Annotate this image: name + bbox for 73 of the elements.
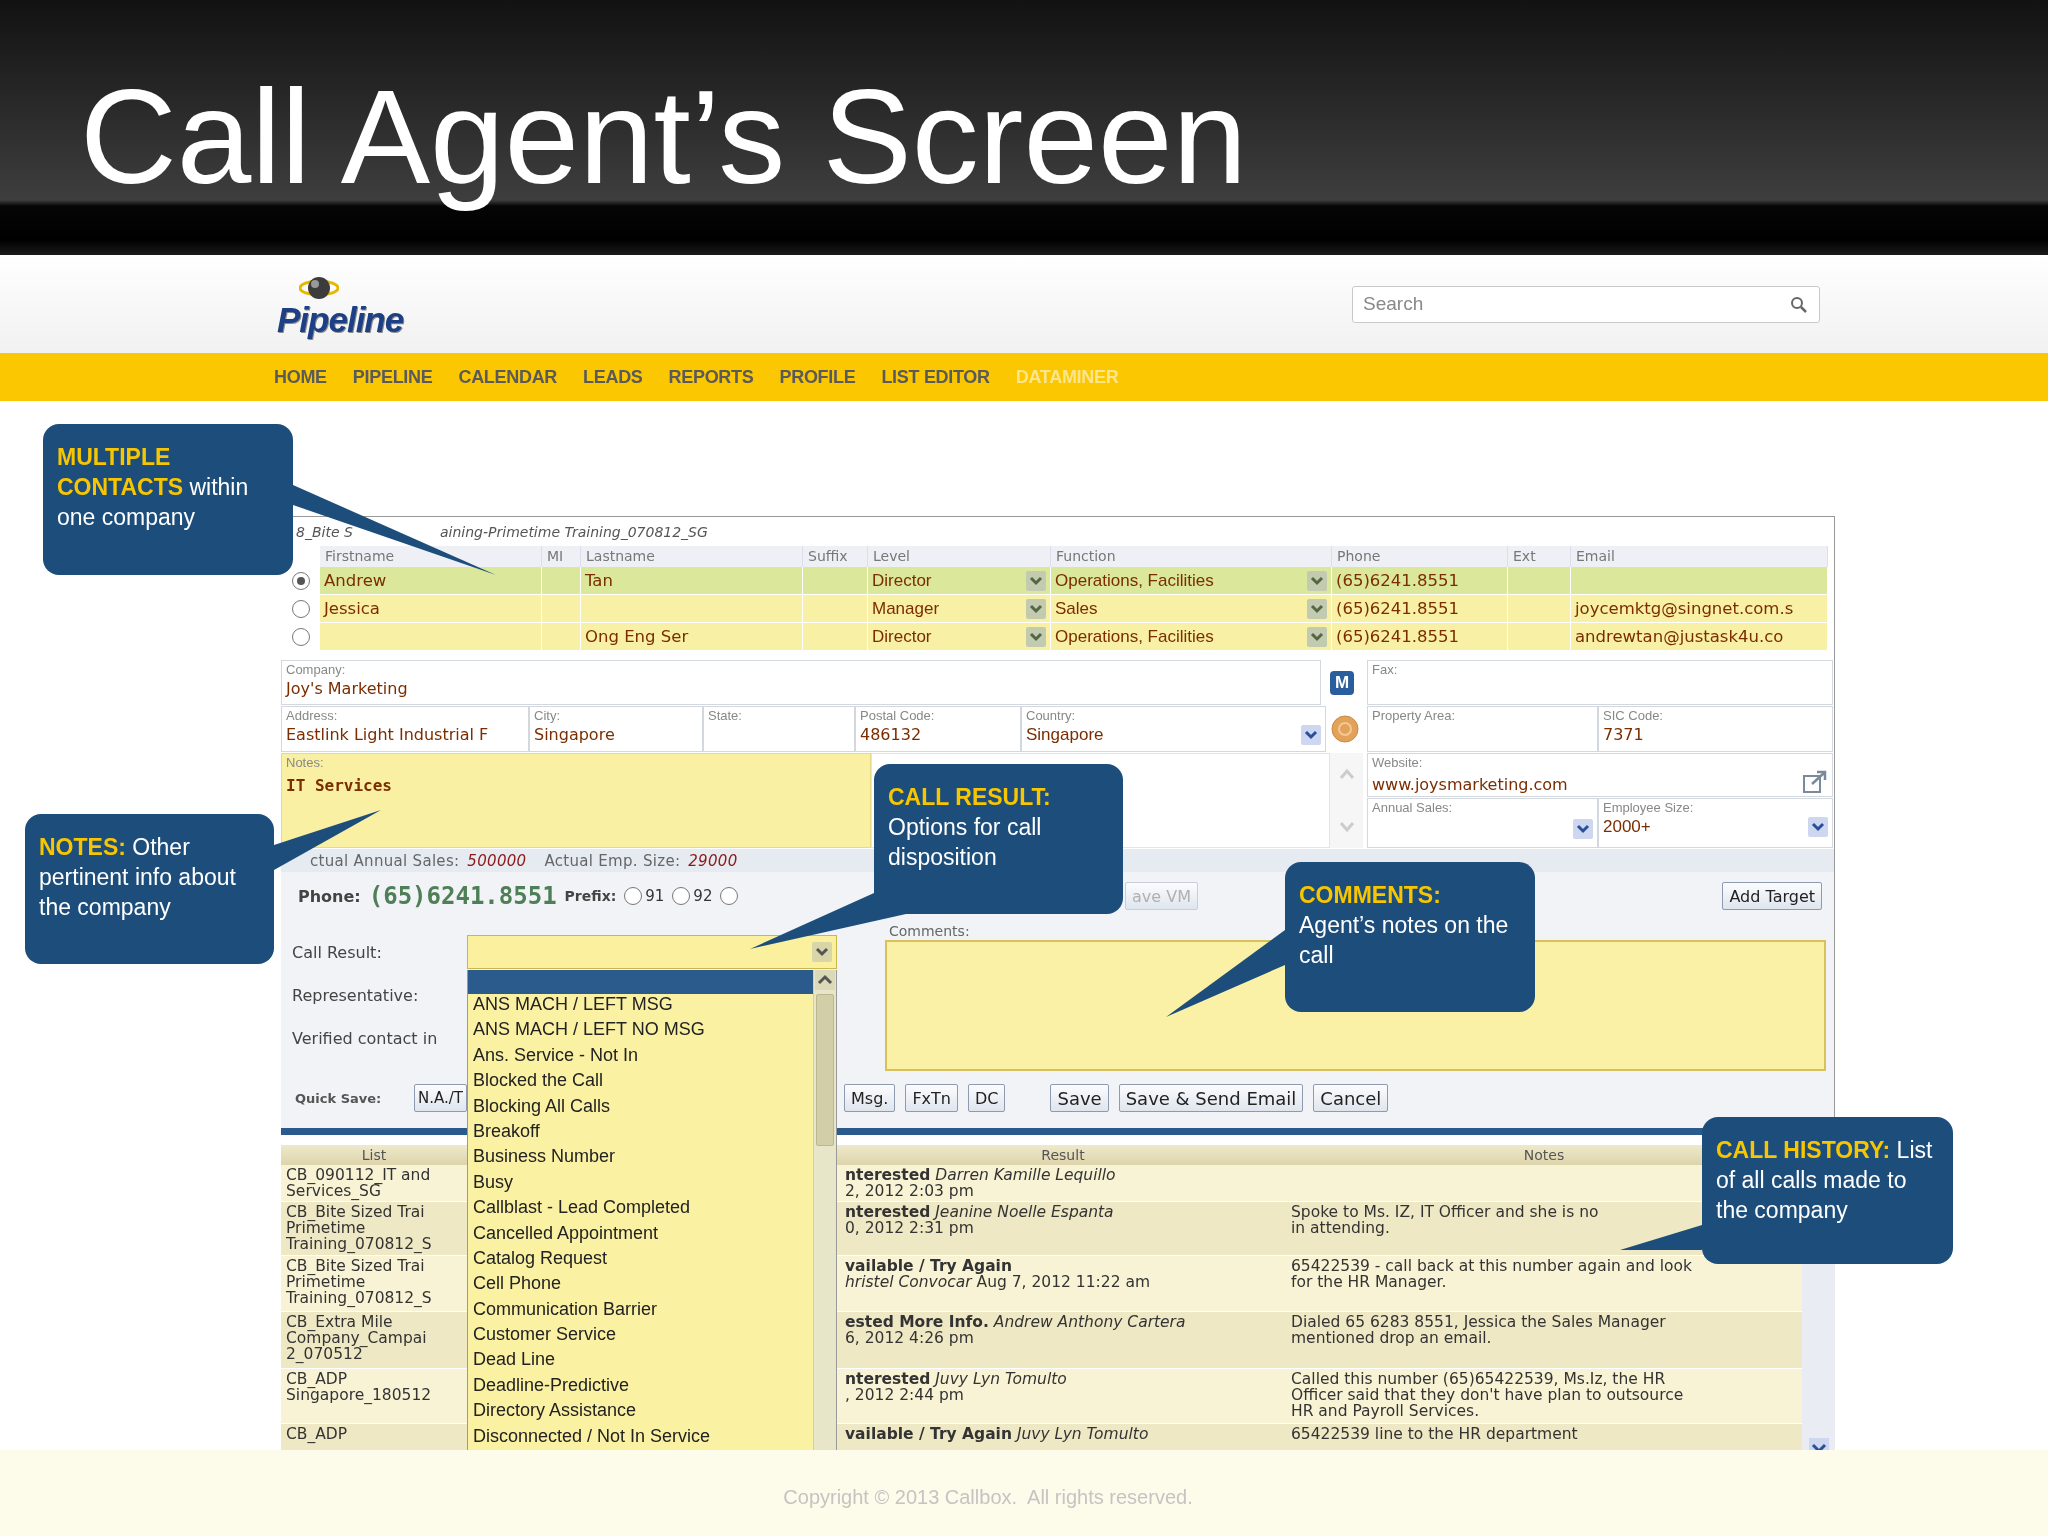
field-label: Call Result: — [292, 942, 382, 962]
table-cell: ested More Info. Andrew Anthony Cartera 6, 2012 4:26 pm — [840, 1312, 1286, 1369]
table-cell: vailable / Try Again hristel Convocar Aug 7, 2012 11:22 am — [840, 1256, 1286, 1312]
column-header: Ext — [1508, 546, 1571, 567]
field-label: Fax: — [1372, 662, 1399, 677]
table-cell: CB_ADP — [281, 1424, 467, 1450]
field-label: Address: — [286, 708, 339, 723]
field-value: www.joysmarketing.com — [1372, 775, 1568, 794]
callout-text: NOTES: Other pertinent info about the company — [39, 833, 237, 922]
field-label: City: — [534, 708, 561, 723]
radio-label: 92 — [693, 887, 713, 905]
field-label: State: — [708, 708, 743, 723]
sales-value: 500000 — [467, 851, 527, 870]
field-label: Representative: — [292, 985, 419, 1005]
field-label: Postal Code: — [860, 708, 936, 723]
field-label: Quick Save: — [295, 1090, 382, 1106]
field-value: IT Services — [286, 776, 393, 795]
field-value: Singapore — [1026, 725, 1104, 745]
column-header: Suffix — [803, 546, 868, 567]
column-header: Lastname — [581, 546, 803, 567]
field-label: Verified contact in — [292, 1028, 438, 1048]
field-label: Country: — [1026, 708, 1077, 723]
column-header: Firstname — [320, 546, 542, 567]
radio-label: 91 — [645, 887, 665, 905]
table-cell: nterested Juvy Lyn Tomulto , 2012 2:44 pm — [840, 1369, 1286, 1424]
column-header: Function — [1051, 546, 1332, 567]
table-cell: CB_Bite Sized Trai Primetime Training_070812_S — [281, 1202, 467, 1256]
callout-text: CALL RESULT: Options for call disposition — [888, 783, 1052, 872]
column-header: Result — [840, 1145, 1286, 1165]
field-label: Employee Size: — [1603, 800, 1695, 815]
table-cell: CB_Extra Mile Company_Campai 2_070512 — [281, 1312, 467, 1369]
table-cell: nterested Darren Kamille Lequillo 2, 2012 2:03 pm — [840, 1165, 1286, 1202]
prefix-label: Prefix: — [564, 888, 617, 904]
field-label: Comments: — [888, 923, 970, 940]
table-cell: CB_090112_IT and Services_SG — [281, 1165, 467, 1202]
field-label: Notes: — [286, 755, 325, 770]
field-value: 486132 — [860, 725, 923, 744]
field-label: Website: — [1372, 755, 1424, 770]
table-cell: Called this number (65)65422539, Ms.Iz, the HR Officer said that they don't have plan to outsource HR and Payroll Services. — [1286, 1369, 1802, 1424]
table-cell: CB_Bite Sized Trai Primetime Training_070812_S — [281, 1256, 467, 1312]
column-header: Email — [1571, 546, 1828, 567]
table-cell: nterested Jeanine Noelle Espanta 0, 2012 2:31 pm — [840, 1202, 1286, 1256]
field-value: Joy's Marketing — [286, 679, 409, 698]
phone-number: (65)6241.8551 — [368, 882, 557, 910]
phone-label: Phone: — [298, 886, 361, 906]
table-cell: 65422539 line to the HR department — [1286, 1424, 1802, 1450]
button: ave VM — [1125, 882, 1198, 910]
field-value: Eastlink Light Industrial F — [286, 725, 490, 744]
column-header: Level — [868, 546, 1051, 567]
callout-text: COMMENTS: Agent’s notes on the call — [1299, 881, 1510, 970]
table-cell: 65422539 - call back at this number again and look for the HR Manager. — [1286, 1256, 1802, 1312]
letter-badge: M — [1330, 670, 1354, 695]
sales-label: ctual Annual Sales: — [310, 851, 460, 870]
field-label: Company: — [286, 662, 347, 677]
size-label: Actual Emp. Size: — [544, 851, 681, 870]
breadcrumb-text: 8_Bite S — [296, 523, 354, 540]
field-label: Annual Sales: — [1372, 800, 1454, 815]
field-label: Property Area: — [1372, 708, 1457, 723]
field-value: 7371 — [1603, 725, 1645, 744]
breadcrumb-text: aining-Primetime Training_070812_SG — [440, 523, 709, 540]
field-label: SIC Code: — [1603, 708, 1664, 723]
table-cell: CB_ADP Singapore_180512 — [281, 1369, 467, 1424]
callout-text: MULTIPLE CONTACTS within one company — [57, 443, 250, 532]
size-value: 29000 — [688, 851, 738, 870]
column-header: List — [281, 1145, 467, 1165]
table-cell: vailable / Try Again Juvy Lyn Tomulto — [840, 1424, 1286, 1450]
copyright-text: Copyright © 2013 Callbox. All rights reserved. — [782, 1485, 1194, 1509]
table-cell: Dialed 65 6283 8551, Jessica the Sales Manager mentioned drop an email. — [1286, 1312, 1802, 1369]
field-value: 2000+ — [1603, 817, 1651, 837]
field-value: Singapore — [534, 725, 616, 744]
column-header: Phone — [1332, 546, 1508, 567]
column-header: MI — [542, 546, 581, 567]
slide-title: Call Agent’s Screen — [79, 61, 1247, 213]
